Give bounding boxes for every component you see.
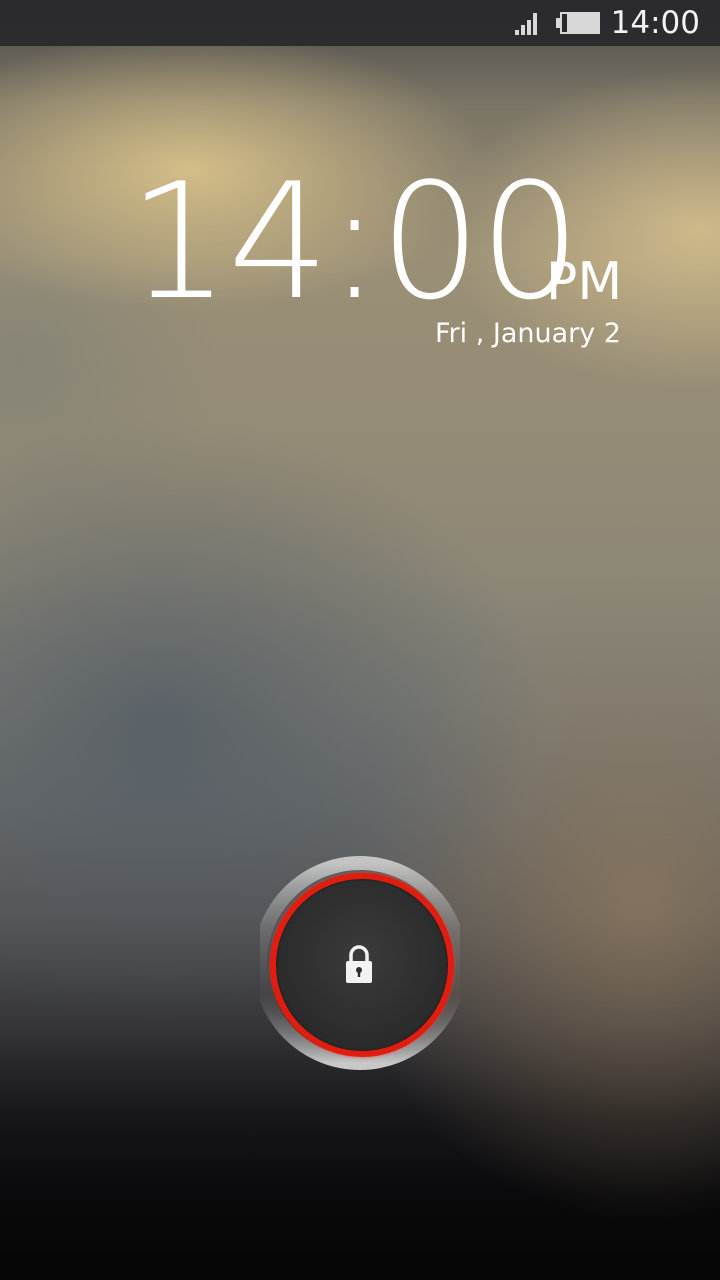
battery-icon: [556, 12, 600, 34]
clock-ampm-indicator: PM: [546, 252, 623, 312]
unlock-button[interactable]: [260, 853, 460, 1073]
status-bar: 14:00: [0, 0, 720, 46]
lock-screen-clock: 14:00: [128, 148, 581, 335]
lock-screen-date: Fri , January 2: [434, 318, 621, 349]
lock-icon: [346, 945, 372, 983]
status-bar-time: 14:00: [610, 5, 700, 41]
lock-screen: 14:00 14:00 PM Fri , January 2: [0, 0, 720, 1280]
signal-strength-icon: [515, 13, 541, 35]
